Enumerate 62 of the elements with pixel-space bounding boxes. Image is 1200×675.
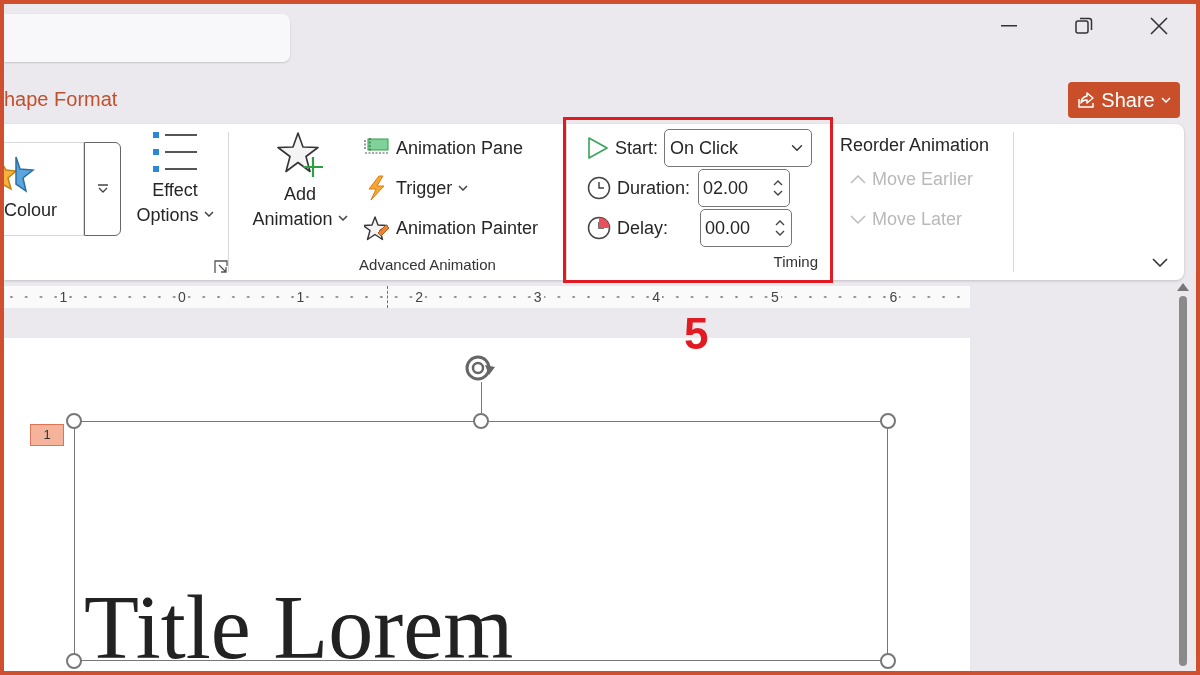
number-spinner[interactable]: 02.00 <box>698 169 791 207</box>
restore-icon <box>1074 17 1093 35</box>
command-button[interactable]: Animation Pane <box>364 128 539 168</box>
ruler-number: 1 <box>294 289 307 305</box>
chevron-up-icon <box>850 173 866 185</box>
spin-down-icon <box>775 230 786 236</box>
ruler-number: 3 <box>531 289 544 305</box>
resize-handle[interactable] <box>66 653 82 669</box>
play-icon <box>587 136 609 160</box>
scroll-up-icon <box>1176 282 1190 292</box>
field-label: Start: <box>615 136 658 160</box>
gallery-more-button[interactable] <box>84 142 121 236</box>
ruler-number: 0 <box>176 289 188 305</box>
dialog-launcher-button[interactable] <box>214 260 228 274</box>
group-label: Advanced Animation <box>358 254 497 275</box>
effect-options-button[interactable]: Effect Options <box>127 124 223 236</box>
resize-handle[interactable] <box>880 413 896 429</box>
scrollbar-thumb[interactable] <box>1179 296 1187 666</box>
ruler-number: 2 <box>413 289 425 305</box>
spin-up-icon <box>773 180 784 186</box>
resize-handle[interactable] <box>473 413 489 429</box>
animation-tag: 1 <box>30 424 64 446</box>
start-dropdown[interactable]: On Click <box>664 129 812 167</box>
star-icon <box>4 154 38 193</box>
chevron-down-icon <box>850 213 866 225</box>
command-button[interactable]: Animation Painter <box>364 208 539 248</box>
search-field[interactable] <box>4 14 290 62</box>
spin-down-icon <box>773 190 784 196</box>
rotate-icon[interactable] <box>463 353 497 383</box>
field-label: Duration: <box>617 176 691 200</box>
ruler-marker <box>387 286 388 308</box>
command-button[interactable]: Trigger <box>364 168 539 208</box>
list-icon <box>151 130 199 174</box>
gallery-label: Colour <box>4 198 58 222</box>
chevron-down-icon <box>1152 257 1168 267</box>
resize-handle[interactable] <box>66 413 82 429</box>
star-plus-icon <box>276 130 324 178</box>
number-field[interactable]: 02.00 <box>703 174 774 202</box>
number-field[interactable]: 00.00 <box>705 214 776 242</box>
ruler-number: 4 <box>650 289 663 305</box>
field-label: Delay: <box>617 216 669 240</box>
delay-clock-icon <box>587 216 611 240</box>
more-icon <box>96 184 109 194</box>
resize-handle[interactable] <box>880 653 896 669</box>
minimize-icon <box>1000 25 1017 27</box>
share-button[interactable]: Share <box>1068 82 1180 118</box>
group-label: Timing <box>773 251 819 272</box>
slide-title: Title Lorem <box>84 578 514 671</box>
star-brush-icon <box>364 215 390 241</box>
launcher-icon <box>214 260 228 274</box>
add-animation-button[interactable]: Add Animation <box>241 124 359 248</box>
share-icon <box>1077 91 1096 109</box>
ruler-number: 1 <box>57 289 70 305</box>
spin-up-icon <box>775 220 786 226</box>
ruler-number: 5 <box>768 289 781 305</box>
close-icon <box>1149 17 1168 35</box>
group-title: Reorder Animation <box>840 134 991 157</box>
clock-icon <box>587 176 611 200</box>
callout-number: 5 <box>684 312 709 356</box>
ruler-number: 6 <box>887 289 900 305</box>
number-spinner[interactable]: 00.00 <box>700 209 793 247</box>
ribbon-tab[interactable]: hape Format <box>4 78 118 114</box>
